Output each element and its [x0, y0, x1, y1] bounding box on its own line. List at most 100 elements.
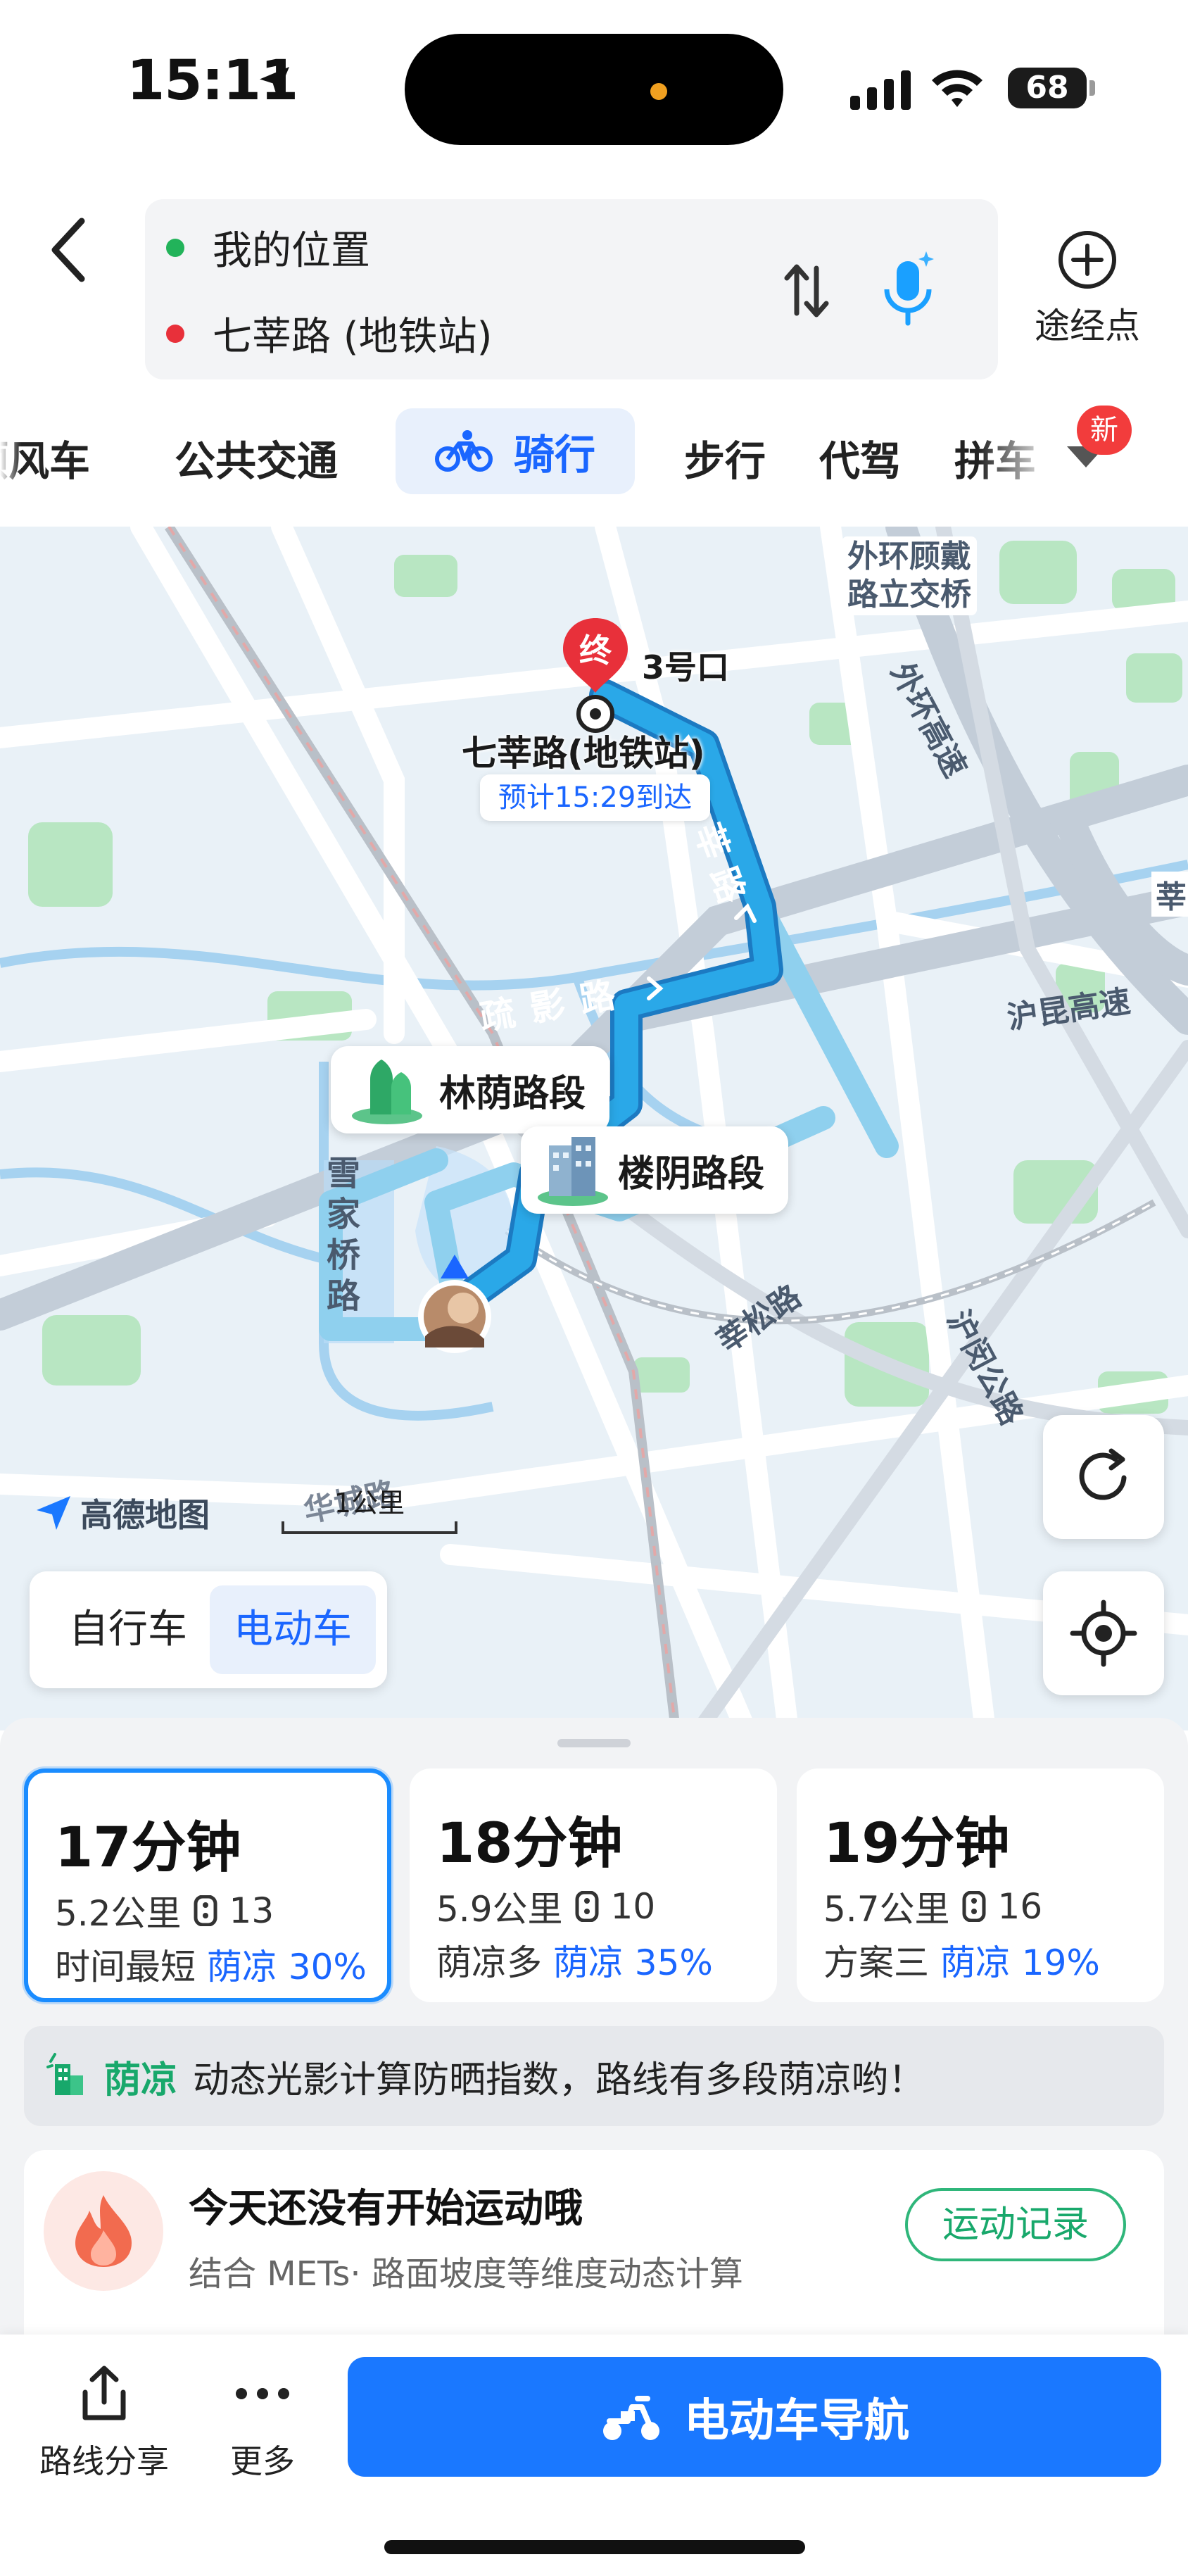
map-scale-bar: [282, 1521, 457, 1534]
bicycle-option[interactable]: 自行车: [51, 1585, 206, 1674]
status-bar: 15:11 68: [0, 0, 1188, 176]
current-location-avatar: [418, 1255, 491, 1353]
traffic-light-icon: [575, 1891, 599, 1922]
voice-input-icon[interactable]: [877, 249, 940, 333]
more-button[interactable]: 更多: [210, 2364, 315, 2482]
waypoint-label: 途经点: [1035, 306, 1140, 346]
travel-mode-tabs: 顺风车 公共交通 骑行 步行 代驾 拼车 新: [0, 406, 1188, 500]
fire-icon: [75, 2195, 132, 2267]
share-route-button[interactable]: 路线分享: [34, 2364, 175, 2482]
shade-banner-text: 动态光影计算防晒指数，路线有多段荫凉哟！: [193, 2059, 925, 2101]
route-lights: 13: [229, 1890, 274, 1931]
back-chevron-icon[interactable]: [42, 211, 99, 289]
ebike-option[interactable]: 电动车: [210, 1585, 376, 1674]
route-lights: 10: [610, 1886, 656, 1927]
route-input-box: 我的位置 七莘路 (地铁站): [145, 199, 998, 379]
route-tag-row: 方案三 荫凉 19%: [823, 1935, 1100, 1985]
interchange-label-line2: 路立交桥: [847, 577, 971, 612]
edge-road-label: 莘: [1151, 872, 1188, 917]
route-option-1[interactable]: 17分钟 5.2公里 13 时间最短 荫凉 30%: [24, 1768, 391, 2002]
home-indicator: [384, 2540, 805, 2554]
cellular-signal-icon: [850, 70, 911, 110]
swap-icon[interactable]: [778, 256, 835, 326]
origin-dot-icon: [166, 238, 184, 257]
wifi-icon: [932, 70, 982, 107]
start-navigation-label: 电动车导航: [684, 2395, 909, 2447]
route-tag: 时间最短: [55, 1947, 196, 1987]
tab-cycling[interactable]: 骑行: [396, 408, 635, 494]
destination-text: 七莘路 (地铁站): [213, 314, 493, 360]
traffic-light-icon: [194, 1895, 217, 1926]
add-waypoint-button[interactable]: 途经点: [1024, 229, 1151, 348]
route-tag: 方案三: [823, 1942, 929, 1983]
destination-field[interactable]: 七莘路 (地铁站): [166, 305, 493, 362]
route-time: 17分钟: [55, 1816, 241, 1880]
dynamic-island: [405, 34, 783, 145]
route-shade: 荫凉 35%: [552, 1942, 713, 1983]
route-option-2[interactable]: 18分钟 5.9公里 10 荫凉多 荫凉 35%: [410, 1768, 777, 2002]
xuejiaqiao-road-label: 雪家桥路: [327, 1154, 361, 1316]
map-scale: 1公里: [282, 1481, 457, 1534]
traffic-light-icon: [962, 1891, 986, 1922]
plus-circle-icon: [1059, 231, 1116, 289]
bicycle-icon: [434, 430, 493, 472]
route-distance: 5.7公里: [823, 1889, 950, 1930]
locate-me-button[interactable]: [1043, 1571, 1164, 1695]
fitness-subtitle: 结合 METs· 路面坡度等维度动态计算: [189, 2254, 743, 2294]
fire-icon-wrap: [44, 2171, 163, 2291]
share-route-label: 路线分享: [39, 2442, 169, 2480]
more-dots-icon: [236, 2388, 289, 2399]
route-distance-row: 5.7公里 16: [823, 1881, 1042, 1932]
tab-fade-left: [0, 408, 21, 494]
refresh-button[interactable]: [1043, 1415, 1164, 1539]
tab-fade-right: [978, 408, 1063, 494]
ebike-scooter-icon: [603, 2396, 659, 2440]
route-distance: 5.2公里: [55, 1893, 182, 1934]
route-time: 19分钟: [823, 1812, 1010, 1876]
route-distance-row: 5.9公里 10: [436, 1881, 655, 1932]
locate-crosshair-icon: [1070, 1600, 1137, 1667]
map-view[interactable]: 外环顾戴 路立交桥 外环高速 沪昆高速 疏影路 莘路 雪家桥路 莘松路 沪闵公路…: [0, 527, 1188, 1730]
route-tag-row: 荫凉多 荫凉 35%: [436, 1935, 713, 1985]
vehicle-type-toggle: 自行车 电动车: [30, 1571, 387, 1688]
fitness-title: 今天还没有开始运动哦: [189, 2186, 583, 2232]
battery-level: 68: [1008, 68, 1087, 108]
location-arrow-icon: [260, 67, 289, 96]
building-icon: [538, 1137, 608, 1206]
logo-arrow-icon: [37, 1496, 70, 1530]
tab-walking[interactable]: 步行: [684, 428, 766, 487]
route-shade: 荫凉 30%: [206, 1947, 367, 1987]
interchange-label-line1: 外环顾戴: [847, 539, 971, 574]
route-tag: 荫凉多: [436, 1942, 542, 1983]
battery-tip: [1089, 80, 1095, 96]
destination-map-label: 七莘路(地铁站): [462, 733, 705, 774]
start-navigation-button[interactable]: 电动车导航: [348, 2357, 1161, 2477]
tab-designated-driver[interactable]: 代驾: [819, 428, 901, 487]
forest-segment-label: 林荫路段: [439, 1072, 586, 1115]
privacy-indicator-icon: [650, 83, 667, 100]
route-distance: 5.9公里: [436, 1889, 563, 1930]
fitness-card: 今天还没有开始运动哦 结合 METs· 路面坡度等维度动态计算 运动记录: [24, 2150, 1164, 2361]
new-badge: 新: [1077, 406, 1132, 455]
refresh-icon: [1079, 1448, 1127, 1500]
origin-text: 我的位置: [213, 228, 370, 274]
interchange-label: 外环顾戴 路立交桥: [842, 536, 977, 615]
route-time: 18分钟: [436, 1812, 623, 1876]
origin-field[interactable]: 我的位置: [166, 219, 370, 276]
bottom-action-bar: 路线分享 更多 电动车导航: [0, 2335, 1188, 2576]
end-pin-text: 终: [579, 632, 612, 670]
tree-icon: [352, 1060, 422, 1124]
sheet-handle[interactable]: [557, 1739, 631, 1747]
exercise-record-button[interactable]: 运动记录: [905, 2188, 1126, 2261]
forest-segment-bubble[interactable]: 林荫路段: [331, 1046, 610, 1133]
destination-dot-icon: [166, 324, 184, 343]
more-label: 更多: [230, 2442, 295, 2480]
exit-label: 3号口: [642, 648, 730, 686]
building-segment-bubble[interactable]: 楼阴路段: [521, 1126, 789, 1214]
tab-public-transit[interactable]: 公共交通: [175, 428, 338, 487]
building-segment-label: 楼阴路段: [618, 1152, 765, 1195]
shade-info-banner[interactable]: 荫凉 动态光影计算防晒指数，路线有多段荫凉哟！: [24, 2026, 1164, 2126]
tab-cycling-label: 骑行: [513, 431, 595, 479]
amap-logo-text: 高德地图: [80, 1496, 210, 1534]
route-option-3[interactable]: 19分钟 5.7公里 16 方案三 荫凉 19%: [797, 1768, 1164, 2002]
